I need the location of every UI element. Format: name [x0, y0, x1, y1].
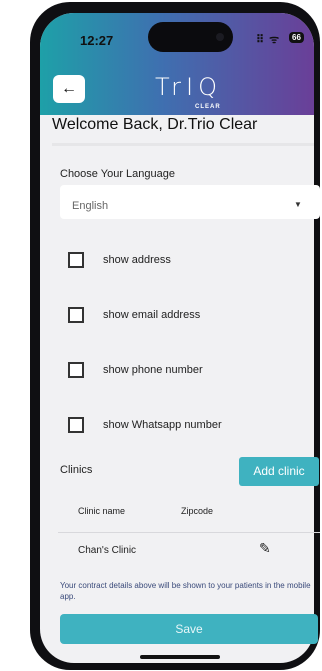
checkbox-label-whatsapp: show Whatsapp number — [103, 419, 222, 431]
column-clinic-name: Clinic name — [78, 506, 126, 516]
app-logo: TrIQ — [155, 73, 222, 101]
column-zipcode: Zipcode — [181, 506, 214, 516]
welcome-divider — [52, 143, 314, 146]
back-arrow-icon: ← — [61, 80, 77, 97]
battery-icon: 66 — [289, 32, 304, 43]
app-screen: 12:27 ⠿ ᯤ 66 ← TrIQ CLEAR — [40, 13, 314, 663]
checkbox-show-address[interactable] — [68, 252, 84, 268]
app-logo-sub: CLEAR — [195, 104, 221, 110]
dropdown-arrow-icon[interactable]: ▼ — [294, 200, 302, 209]
back-button[interactable]: ← — [53, 75, 85, 103]
clinics-heading: Clinics — [60, 464, 93, 476]
camera-dot — [216, 33, 224, 41]
checkbox-show-phone[interactable] — [68, 362, 84, 378]
language-label: Choose Your Language — [60, 168, 175, 180]
home-indicator — [140, 655, 220, 659]
signal-wifi-icon: ⠿ ᯤ — [256, 34, 281, 46]
welcome-heading: Welcome Back, Dr.Trio Clear — [52, 116, 258, 133]
edit-pencil-icon[interactable]: ✎ — [259, 540, 271, 557]
checkbox-label-address: show address — [103, 254, 171, 266]
checkbox-label-phone: show phone number — [103, 364, 203, 376]
language-selected-value: English — [72, 200, 109, 212]
clinic-row-name: Chan's Clinic — [78, 545, 137, 556]
save-button[interactable]: Save — [60, 614, 318, 644]
checkbox-label-email: show email address — [103, 309, 201, 321]
checkbox-show-whatsapp[interactable] — [68, 417, 84, 433]
app-header: 12:27 ⠿ ᯤ 66 ← TrIQ CLEAR — [40, 13, 314, 115]
checkbox-show-email[interactable] — [68, 307, 84, 323]
status-time: 12:27 — [80, 33, 114, 48]
contract-note: Your contract details above will be show… — [60, 581, 311, 601]
add-clinic-button[interactable]: Add clinic — [239, 457, 319, 486]
table-divider — [58, 532, 320, 533]
